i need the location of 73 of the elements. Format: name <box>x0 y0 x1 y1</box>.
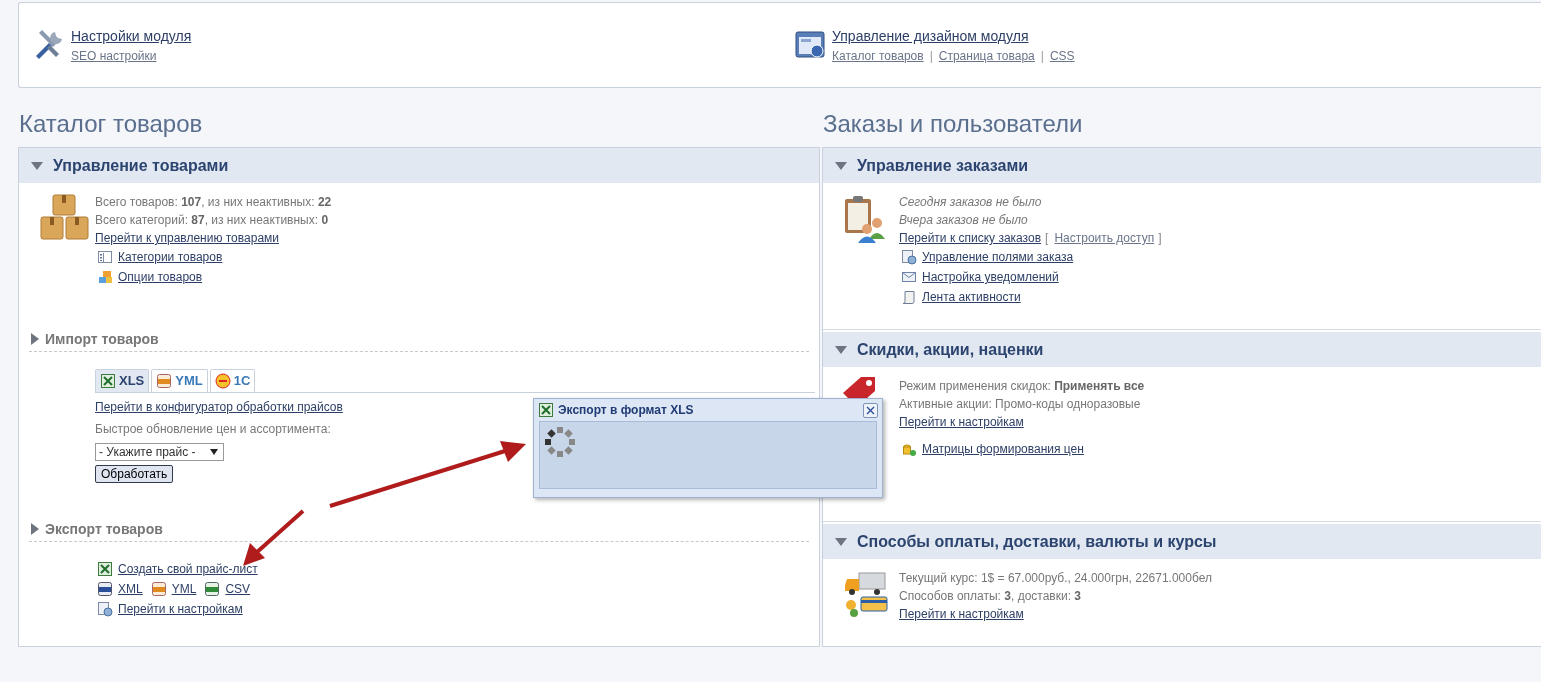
module-link[interactable]: Настройки модуля <box>71 27 192 44</box>
clipboard-users-icon <box>843 193 887 243</box>
separator: | <box>1040 48 1044 63</box>
link[interactable]: Настройка уведомлений <box>922 268 1059 286</box>
link[interactable]: Перейти к настройкам <box>899 413 1024 431</box>
status-text: Сегодня заказов не было <box>899 194 1042 211</box>
link[interactable]: Перейти к настройкам <box>899 605 1024 623</box>
info-text: Всего категорий: 87, из них неактивных: 0 <box>95 212 329 229</box>
section-title: Способы оплаты, доставки, валюты и курсы <box>857 532 1217 551</box>
price-select[interactable]: - Укажите прайс - <box>95 443 224 461</box>
onec-logo-icon <box>214 373 231 389</box>
cubes-icon <box>97 269 113 285</box>
link[interactable]: Перейти к настройкам <box>118 600 243 618</box>
truck-card-icon <box>843 569 889 617</box>
column-heading: Заказы и пользователи <box>823 110 1084 138</box>
status-text: Вчера заказов не было <box>899 212 1028 229</box>
sub-link[interactable]: Каталог товаров <box>832 48 924 63</box>
link[interactable]: Перейти к управлению товарами <box>95 229 279 247</box>
module-link[interactable]: Управление дизайном модуля <box>832 27 1075 44</box>
spreadsheet-icon <box>97 561 113 577</box>
coins-icon <box>901 441 917 457</box>
section-title: Управление товарами <box>53 156 229 175</box>
link[interactable]: YML <box>171 580 197 598</box>
close-icon <box>866 405 875 415</box>
settings-page-icon <box>97 601 113 617</box>
settings-page-icon <box>901 249 917 265</box>
link[interactable]: XML <box>118 580 143 598</box>
envelope-icon <box>901 269 917 285</box>
link[interactable]: CSV <box>225 580 251 598</box>
format-tab[interactable]: YML <box>151 369 208 392</box>
process-button[interactable]: Обработать <box>95 465 174 483</box>
sub-link[interactable]: Страница товара <box>938 48 1035 63</box>
scroll-icon <box>901 289 917 305</box>
link[interactable]: Лента активности <box>922 288 1021 306</box>
yml-file-icon <box>156 373 173 389</box>
yml-file-icon <box>150 581 167 597</box>
csv-file-icon <box>204 581 221 597</box>
section-title: Управление заказами <box>857 156 1029 175</box>
info-text: Активные акции: Промо-коды одноразовые <box>899 396 1141 413</box>
format-tab[interactable]: XLS <box>95 369 150 392</box>
spreadsheet-icon <box>100 373 116 389</box>
access-link[interactable]: Настроить доступ <box>1054 229 1155 247</box>
loading-spinner-icon <box>544 426 576 458</box>
info-text: Текущий курс: 1$ = 67.000руб., 24.000грн, 22671.000бел <box>899 570 1212 587</box>
link[interactable]: Матрицы формирования цен <box>922 440 1084 458</box>
format-tab[interactable]: 1C <box>209 369 256 392</box>
link[interactable]: Опции товаров <box>118 268 203 286</box>
bracket: [ <box>1045 230 1049 247</box>
window-icon <box>794 29 826 61</box>
xml-file-icon <box>97 581 113 597</box>
dropdown-arrow-icon <box>209 449 218 455</box>
sub-link[interactable]: CSS <box>1049 48 1075 63</box>
link[interactable]: Управление полями заказа <box>922 248 1074 266</box>
close-button[interactable] <box>863 402 878 418</box>
link[interactable]: Категории товаров <box>118 248 223 266</box>
sub-link[interactable]: SEO настройки <box>71 48 157 63</box>
section-title: Экспорт товаров <box>45 521 163 537</box>
section-title: Импорт товаров <box>45 331 159 347</box>
spreadsheet-icon <box>538 402 554 418</box>
info-text: Всего товаров: 107, из них неактивных: 22 <box>95 194 332 211</box>
column-heading: Каталог товаров <box>19 110 204 138</box>
separator: | <box>929 48 933 63</box>
boxes-icon <box>39 193 91 243</box>
section-title: Скидки, акции, наценки <box>857 340 1044 359</box>
list-icon <box>97 249 113 265</box>
bracket: ] <box>1158 230 1162 247</box>
link[interactable]: Перейти в конфигуратор обработки прайсов <box>95 398 343 416</box>
info-text: Способов оплаты: 3, доставки: 3 <box>899 588 1082 605</box>
link[interactable]: Перейти к списку заказов <box>899 229 1042 247</box>
dialog-title: Экспорт в формат XLS <box>558 403 695 417</box>
link[interactable]: Создать свой прайс-лист <box>118 560 258 578</box>
info-text: Быстрое обновление цен и ассортимента: <box>95 421 331 438</box>
info-text: Режим применения скидок: Применять все <box>899 378 1145 395</box>
